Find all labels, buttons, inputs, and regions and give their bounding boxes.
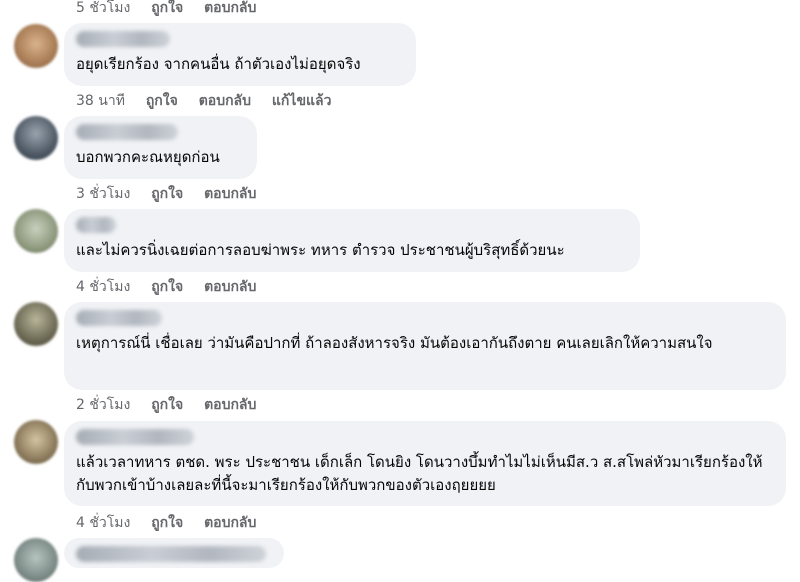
avatar[interactable]: [14, 209, 58, 253]
like-link[interactable]: ถูกใจ: [151, 279, 183, 295]
comment-text: อยุดเรียกร้อง จากคนอื่น ถ้าตัวเองไม่อยุด…: [76, 55, 361, 73]
avatar[interactable]: [14, 420, 58, 464]
edited-label[interactable]: แก้ไขแล้ว: [272, 93, 332, 109]
author-name-blurred[interactable]: [76, 217, 116, 233]
comment-text: เหตุการณ์นี่ เชื่อเลย ว่ามันคือปากที่ ถ้…: [76, 334, 713, 352]
comment-bubble: บอกพวกคะณหยุดก่อน: [64, 116, 257, 179]
reply-link[interactable]: ตอบกลับ: [204, 186, 256, 202]
comment-actions: 4 ชั่วโมง ถูกใจ ตอบกลับ: [76, 276, 272, 298]
comment-timestamp[interactable]: 4 ชั่วโมง: [76, 515, 130, 531]
author-name-blurred[interactable]: [76, 31, 170, 47]
reply-link[interactable]: ตอบกลับ: [204, 397, 256, 413]
comment-bubble: แล้วเวลาทหาร ตชด. พระ ประชาชน เด็กเล็ก โ…: [64, 421, 786, 506]
avatar[interactable]: [14, 538, 58, 582]
like-link[interactable]: ถูกใจ: [151, 0, 183, 16]
comment-bubble: อยุดเรียกร้อง จากคนอื่น ถ้าตัวเองไม่อยุด…: [64, 23, 416, 86]
comment-actions: 5 ชั่วโมง ถูกใจ ตอบกลับ: [76, 0, 272, 19]
avatar[interactable]: [14, 302, 58, 346]
reply-link[interactable]: ตอบกลับ: [204, 0, 256, 16]
like-link[interactable]: ถูกใจ: [151, 515, 183, 531]
reply-link[interactable]: ตอบกลับ: [204, 279, 256, 295]
author-name-blurred[interactable]: [76, 310, 162, 326]
avatar[interactable]: [14, 116, 58, 160]
comment-actions: 4 ชั่วโมง ถูกใจ ตอบกลับ: [76, 512, 272, 534]
comment-timestamp[interactable]: 3 ชั่วโมง: [76, 186, 130, 202]
comment-timestamp[interactable]: 5 ชั่วโมง: [76, 0, 130, 16]
author-name-blurred[interactable]: [76, 124, 178, 140]
comment-timestamp[interactable]: 38 นาที: [76, 93, 125, 109]
reply-link[interactable]: ตอบกลับ: [199, 93, 251, 109]
comment-timestamp[interactable]: 2 ชั่วโมง: [76, 397, 130, 413]
comment-bubble: เหตุการณ์นี่ เชื่อเลย ว่ามันคือปากที่ ถ้…: [64, 302, 786, 390]
comment-text: และไม่ควรนิ่งเฉยต่อการลอบฆ่าพระ ทหาร ตำร…: [76, 241, 565, 259]
reply-link[interactable]: ตอบกลับ: [204, 515, 256, 531]
like-link[interactable]: ถูกใจ: [151, 397, 183, 413]
like-link[interactable]: ถูกใจ: [146, 93, 178, 109]
comment-text: แล้วเวลาทหาร ตชด. พระ ประชาชน เด็กเล็ก โ…: [76, 453, 763, 494]
author-name-blurred[interactable]: [76, 546, 266, 562]
comment-actions: 38 นาที ถูกใจ ตอบกลับ แก้ไขแล้ว: [76, 90, 347, 112]
comment-text: บอกพวกคะณหยุดก่อน: [76, 148, 220, 166]
comment-bubble: และไม่ควรนิ่งเฉยต่อการลอบฆ่าพระ ทหาร ตำร…: [64, 209, 640, 272]
like-link[interactable]: ถูกใจ: [151, 186, 183, 202]
comment-actions: 3 ชั่วโมง ถูกใจ ตอบกลับ: [76, 183, 272, 205]
author-name-blurred[interactable]: [76, 429, 194, 445]
comment-timestamp[interactable]: 4 ชั่วโมง: [76, 279, 130, 295]
avatar[interactable]: [14, 24, 58, 68]
comment-bubble: [64, 538, 284, 568]
comment-actions: 2 ชั่วโมง ถูกใจ ตอบกลับ: [76, 394, 272, 416]
